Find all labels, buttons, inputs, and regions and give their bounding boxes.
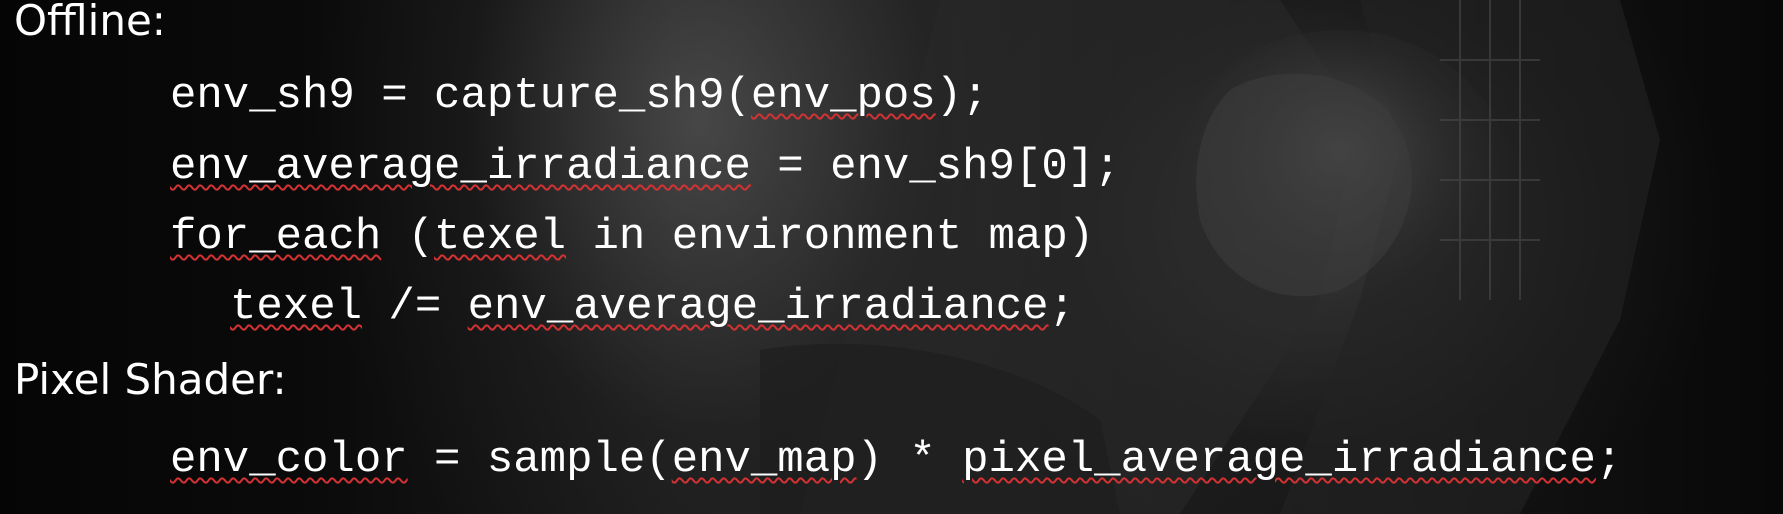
code-line-capture-sh9: env_sh9 = capture_sh9(env_pos); [170,74,989,118]
code-text: in environment map) [566,212,1095,262]
code-line-texel-divide: texel /= env_average_irradiance; [230,285,1075,329]
pixel-shader-heading: Pixel Shader: [14,355,287,404]
code-text: = sample( [407,435,672,485]
code-identifier: env_average_irradiance [467,282,1049,332]
slide: Offline: env_sh9 = capture_sh9(env_pos);… [0,0,1783,514]
code-identifier: env_map [671,435,857,485]
code-text: ); [935,71,989,121]
code-identifier: env_color [170,435,408,485]
code-identifier: pixel_average_irradiance [962,435,1596,485]
code-text: /= [362,282,468,332]
code-line-env-color: env_color = sample(env_map) * pixel_aver… [170,438,1622,482]
code-text: ; [1048,282,1075,332]
code-text: ( [381,212,435,262]
code-line-average-irradiance: env_average_irradiance = env_sh9[0]; [170,145,1121,189]
code-identifier: texel [434,212,567,262]
code-text: ) * [856,435,963,485]
offline-heading: Offline: [14,0,166,45]
code-line-for-each: for_each (texel in environment map) [170,215,1094,259]
code-identifier: env_pos [750,71,936,121]
code-identifier: texel [230,282,363,332]
code-identifier: env_average_irradiance [170,142,751,192]
code-identifier: for_each [170,212,382,262]
code-text: ; [1595,435,1623,485]
code-text: = env_sh9[0]; [750,142,1121,192]
code-text: env_sh9 = capture_sh9( [170,71,751,121]
